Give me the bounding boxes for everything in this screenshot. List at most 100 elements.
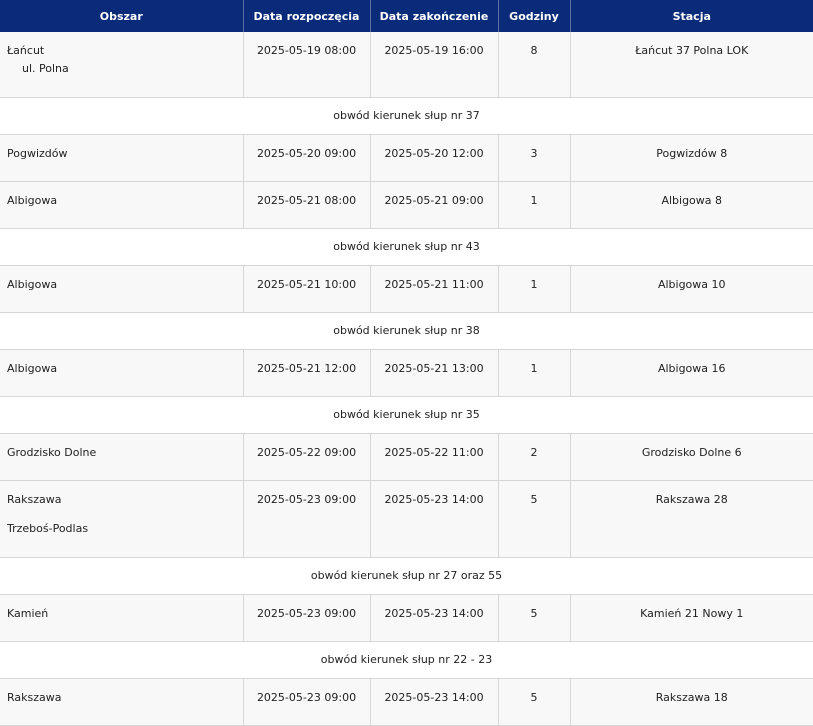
cell-start-date-text: 2025-05-21 10:00: [256, 277, 357, 291]
note-text: obwód kierunek słup nr 22 - 23: [0, 641, 813, 679]
cell-area-street: ul. Polna: [22, 62, 69, 75]
cell-station-text: Pogwizdów 8: [656, 146, 728, 160]
cell-station: Pogwizdów 8: [570, 134, 813, 182]
header-station: Stacja: [570, 0, 813, 32]
table-row-note: obwód kierunek słup nr 27 oraz 55: [0, 557, 813, 595]
table-header-row: Obszar Data rozpoczęcia Data zakończenie…: [0, 0, 813, 32]
cell-area: Rakszawa: [0, 678, 244, 726]
cell-end-date: 2025-05-22 11:00: [370, 433, 499, 481]
table-row: Pogwizdów 2025-05-20 09:00 2025-05-20 12:0…: [0, 134, 813, 182]
cell-start-date: 2025-05-21 12:00: [243, 349, 371, 397]
cell-station-text: Grodzisko Dolne 6: [641, 445, 742, 459]
cell-end-date: 2025-05-23 14:00: [370, 594, 499, 642]
cell-station: Albigowa 16: [570, 349, 813, 397]
cell-end-date: 2025-05-23 14:00: [370, 678, 499, 726]
note-text: obwód kierunek słup nr 43: [0, 228, 813, 266]
cell-hours-text: 1: [530, 193, 538, 207]
cell-station: Albigowa 8: [570, 181, 813, 229]
header-hours: Godziny: [498, 0, 571, 32]
cell-start-date: 2025-05-20 09:00: [243, 134, 371, 182]
cell-end-date-text: 2025-05-21 13:00: [384, 361, 484, 375]
note-text: obwód kierunek słup nr 38: [0, 312, 813, 350]
cell-area: Albigowa: [0, 265, 244, 313]
cell-hours: 3: [498, 134, 571, 182]
cell-hours-text: 8: [530, 44, 538, 57]
cell-start-date: 2025-05-23 09:00: [243, 678, 371, 726]
cell-station: Albigowa 10: [570, 265, 813, 313]
cell-hours: 1: [498, 181, 571, 229]
table-row-note: obwód kierunek słup nr 43: [0, 228, 813, 266]
table-row: Albigowa 2025-05-21 10:00 2025-05-21 11:00…: [0, 265, 813, 313]
cell-area: Łańcut ul. Polna: [0, 32, 244, 98]
cell-station-text: Kamień 21 Nowy 1: [640, 606, 744, 620]
cell-hours-text: 5: [530, 606, 538, 620]
cell-area: Albigowa: [0, 349, 244, 397]
cell-station-text: Łańcut 37 Polna LOK: [635, 44, 749, 57]
cell-hours: 1: [498, 265, 571, 313]
cell-area-text: Pogwizdów: [7, 146, 68, 160]
cell-hours: 8: [498, 32, 571, 98]
cell-area: Rakszawa Trzeboś-Podlas: [0, 480, 244, 558]
cell-end-date-text: 2025-05-23 14:00: [384, 606, 484, 620]
cell-hours-text: 2: [530, 445, 538, 459]
table-row: Grodzisko Dolne 2025-05-22 09:00 2025-05-2…: [0, 433, 813, 481]
cell-area-secondary: Trzeboś-Podlas: [7, 521, 89, 535]
cell-start-date-text: 2025-05-20 09:00: [256, 146, 357, 160]
cell-station: Rakszawa 28: [570, 480, 813, 558]
cell-start-date: 2025-05-21 10:00: [243, 265, 371, 313]
cell-end-date-text: 2025-05-21 09:00: [384, 193, 484, 207]
table-row: Łańcut ul. Polna 2025-05-19 08:00 2025-05-1…: [0, 32, 813, 98]
cell-start-date-text: 2025-05-19 08:00: [256, 44, 357, 57]
cell-start-date: 2025-05-23 09:00: [243, 594, 371, 642]
cell-start-date-text: 2025-05-21 08:00: [256, 193, 357, 207]
cell-end-date-text: 2025-05-20 12:00: [384, 146, 484, 160]
outage-table: Obszar Data rozpoczęcia Data zakończenie…: [0, 0, 813, 726]
cell-station-text: Albigowa 10: [657, 277, 726, 291]
cell-hours-text: 1: [530, 361, 538, 375]
cell-hours: 5: [498, 594, 571, 642]
cell-end-date-text: 2025-05-21 11:00: [384, 277, 484, 291]
header-area: Obszar: [0, 0, 244, 32]
cell-start-date-text: 2025-05-23 09:00: [256, 606, 357, 620]
cell-area-text: Rakszawa: [7, 492, 62, 506]
cell-hours-text: 3: [530, 146, 538, 160]
table-row: Kamień 2025-05-23 09:00 2025-05-23 14:00 5 K…: [0, 594, 813, 642]
cell-end-date: 2025-05-23 14:00: [370, 480, 499, 558]
cell-hours: 5: [498, 480, 571, 558]
cell-area-text: Albigowa: [7, 193, 58, 207]
cell-end-date: 2025-05-19 16:00: [370, 32, 499, 98]
note-text: obwód kierunek słup nr 27 oraz 55: [0, 557, 813, 595]
cell-area: Pogwizdów: [0, 134, 244, 182]
header-start-date: Data rozpoczęcia: [243, 0, 371, 32]
cell-area-text: Albigowa: [7, 361, 58, 375]
cell-area-text: Albigowa: [7, 277, 58, 291]
cell-area-text: Kamień: [7, 606, 49, 620]
cell-end-date-text: 2025-05-22 11:00: [384, 445, 484, 459]
cell-area: Grodzisko Dolne: [0, 433, 244, 481]
cell-start-date: 2025-05-21 08:00: [243, 181, 371, 229]
cell-start-date-text: 2025-05-22 09:00: [256, 445, 357, 459]
cell-hours: 1: [498, 349, 571, 397]
cell-station-text: Rakszawa 18: [655, 690, 728, 704]
cell-end-date-text: 2025-05-23 14:00: [384, 690, 484, 704]
cell-hours: 5: [498, 678, 571, 726]
cell-start-date: 2025-05-23 09:00: [243, 480, 371, 558]
table-row: Rakszawa 2025-05-23 09:00 2025-05-23 14:00…: [0, 678, 813, 726]
cell-hours-text: 1: [530, 277, 538, 291]
table-row: Albigowa 2025-05-21 12:00 2025-05-21 13:00…: [0, 349, 813, 397]
cell-hours: 2: [498, 433, 571, 481]
table-row-note: obwód kierunek słup nr 37: [0, 97, 813, 135]
cell-start-date-text: 2025-05-21 12:00: [256, 361, 357, 375]
cell-end-date: 2025-05-21 13:00: [370, 349, 499, 397]
table-row-note: obwód kierunek słup nr 38: [0, 312, 813, 350]
cell-hours-text: 5: [530, 690, 538, 704]
cell-area-text: Rakszawa: [7, 690, 62, 704]
cell-area-text: Grodzisko Dolne: [7, 445, 97, 459]
cell-station: Łańcut 37 Polna LOK: [570, 32, 813, 98]
cell-end-date: 2025-05-20 12:00: [370, 134, 499, 182]
cell-station: Grodzisko Dolne 6: [570, 433, 813, 481]
cell-hours-text: 5: [530, 492, 538, 506]
cell-end-date: 2025-05-21 09:00: [370, 181, 499, 229]
cell-start-date: 2025-05-19 08:00: [243, 32, 371, 98]
header-end-date: Data zakończenie: [370, 0, 499, 32]
